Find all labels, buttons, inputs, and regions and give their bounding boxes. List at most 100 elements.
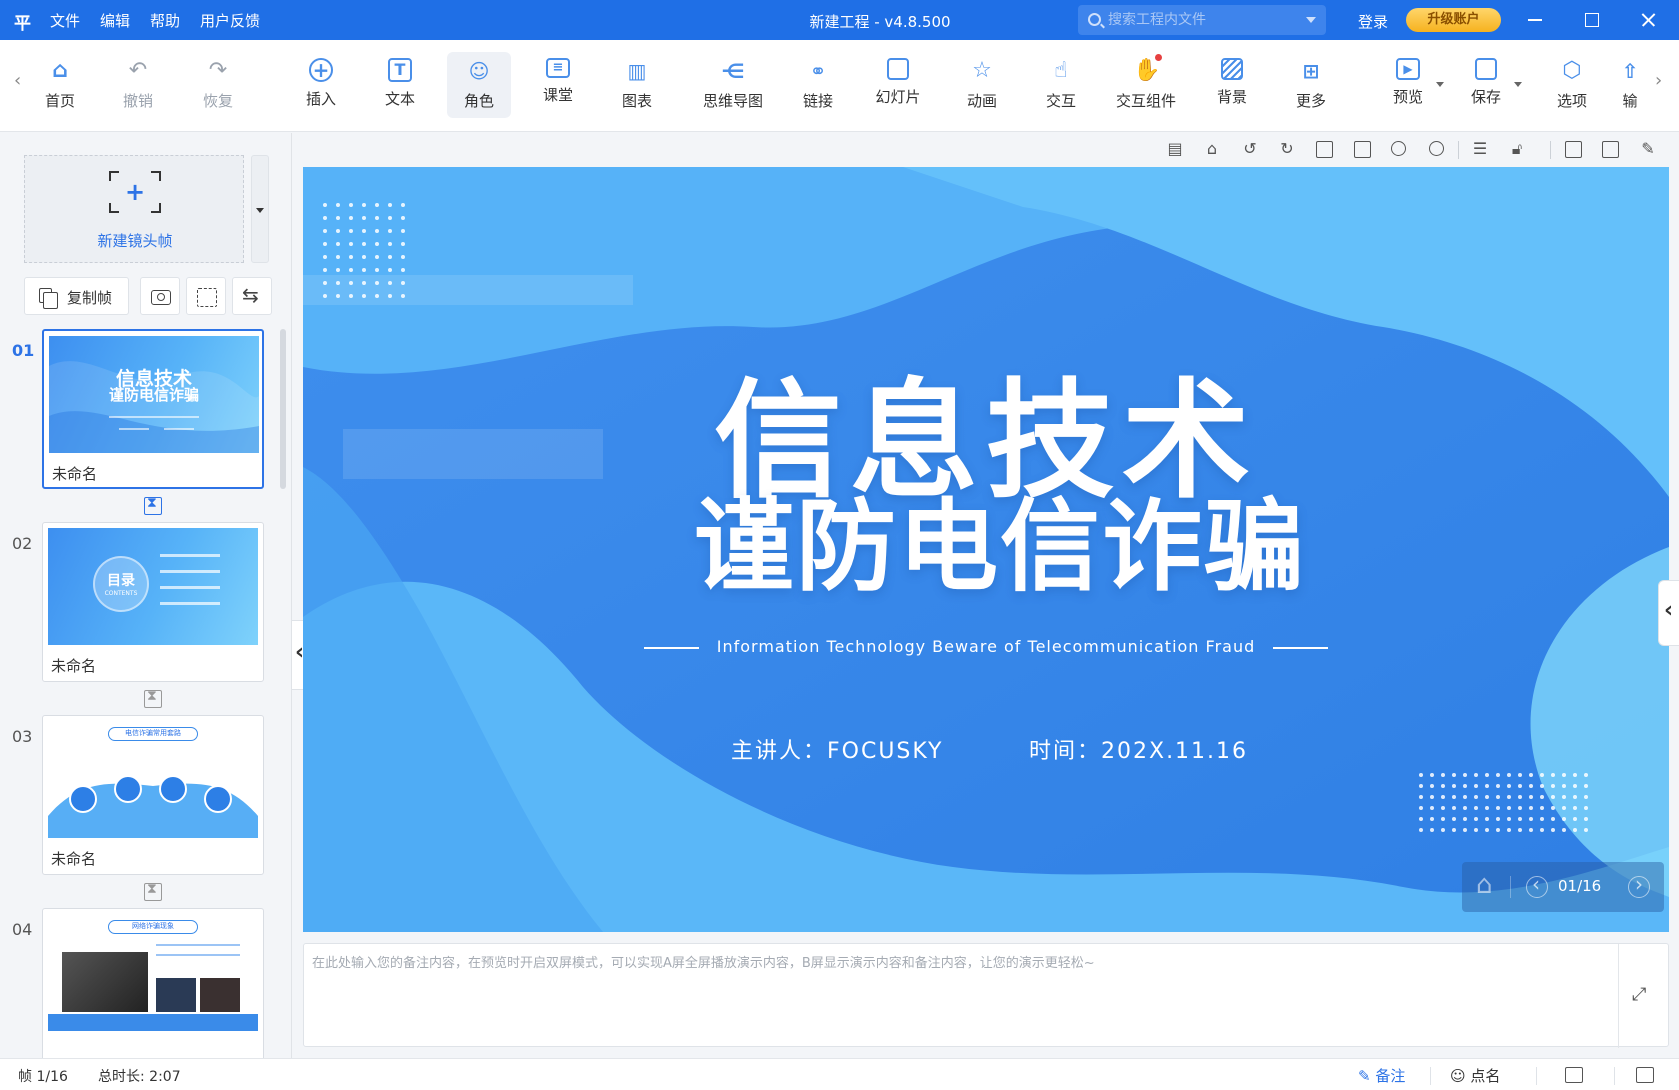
camera-icon[interactable] (140, 277, 180, 315)
presenter-text[interactable]: 主讲人：FOCUSKY (731, 733, 943, 765)
toolbar-scroll-right-icon[interactable]: › (1655, 70, 1662, 91)
slide-list-scrollbar[interactable] (280, 329, 286, 489)
search-box[interactable] (1078, 5, 1326, 35)
folder-icon[interactable] (1636, 1067, 1654, 1083)
close-button[interactable] (1636, 7, 1662, 33)
minimize-button[interactable] (1522, 7, 1548, 33)
thumb-subtitle: CONTENTS (104, 590, 138, 597)
rollcall-label: 点名 (1470, 1067, 1501, 1085)
search-input[interactable] (1108, 9, 1288, 31)
swap-icon[interactable] (232, 277, 272, 315)
slide-thumbnail-card[interactable]: 网络诈骗现象 (42, 908, 264, 1058)
slide-thumbnail-card[interactable]: 电信诈骗常用套路 未命名 (42, 715, 264, 875)
dot-pattern (323, 203, 405, 303)
toolbar-label: 思维导图 (702, 92, 763, 110)
expand-right-panel-button[interactable] (1658, 580, 1679, 646)
toolbar-label: 图表 (621, 92, 652, 110)
home-icon[interactable] (1476, 870, 1498, 900)
notes-panel: ⤢ (303, 943, 1669, 1048)
align-icon[interactable]: ☰ (1470, 139, 1490, 159)
slide-list: 01 信息技术 谨防电信诈骗 未命名 02 (0, 329, 292, 1058)
preview-dropdown-icon[interactable] (1436, 82, 1444, 87)
list-item[interactable]: 03 电信诈骗常用套路 未命名 (0, 715, 292, 901)
zoom-out-icon[interactable] (1427, 139, 1447, 159)
toolbar-mindmap[interactable]: ⋲ 思维导图 (695, 52, 771, 118)
next-icon[interactable] (1628, 872, 1650, 898)
copy-icon[interactable] (1314, 139, 1334, 159)
home-view-icon[interactable]: ⌂ (1202, 139, 1222, 159)
format-painter-icon[interactable]: ▤ (1165, 139, 1185, 159)
toolbar-label: 选项 (1556, 92, 1587, 110)
toolbar-label: 恢复 (202, 92, 233, 110)
toolbar-insert[interactable]: + 插入 (289, 52, 353, 118)
transition-icon[interactable] (144, 881, 162, 901)
expand-icon[interactable]: ⤢ (1632, 984, 1646, 1005)
rotate-left-icon[interactable]: ↺ (1240, 139, 1260, 159)
slide-subtitle[interactable]: Information Technology Beware of Telecom… (303, 637, 1669, 656)
login-button[interactable]: 登录 (1358, 11, 1388, 32)
toolbar-label: 动画 (966, 92, 997, 110)
edit-icon[interactable]: ✎ (1638, 139, 1658, 159)
toolbar-redo[interactable]: ↷ 恢复 (186, 52, 250, 118)
toolbar-label: 保存 (1470, 88, 1501, 106)
background-icon (1221, 58, 1243, 80)
toolbar-animation[interactable]: ☆ 动画 (950, 52, 1014, 118)
rollcall-button[interactable]: ☺ 点名 (1450, 1065, 1500, 1086)
previous-icon[interactable] (1526, 872, 1548, 898)
toolbar-export[interactable]: ⇧ 输 (1610, 52, 1650, 118)
toolbar-more[interactable]: ⊞ 更多 (1279, 52, 1343, 118)
toolbar-home[interactable]: ⌂ 首页 (28, 52, 92, 118)
date-text[interactable]: 时间：202X.11.16 (1029, 733, 1248, 765)
toolbar-label: 文本 (384, 90, 415, 108)
toolbar-interactive-components[interactable]: ✋ 交互组件 (1108, 52, 1184, 118)
toolbar-label: 更多 (1295, 92, 1326, 110)
toolbar-role[interactable]: ☺ 角色 (447, 52, 511, 118)
toolbar-undo[interactable]: ↶ 撤销 (106, 52, 170, 118)
transition-icon[interactable] (144, 688, 162, 708)
snapshot-icon[interactable] (1563, 139, 1583, 159)
save-dropdown-icon[interactable] (1514, 82, 1522, 87)
notes-input[interactable] (312, 952, 1612, 1040)
slide-title-line-2[interactable]: 谨防电信诈骗 (303, 465, 1669, 610)
transition-icon[interactable] (144, 495, 162, 515)
slide-thumbnail-card[interactable]: 信息技术 谨防电信诈骗 未命名 (42, 329, 264, 489)
paste-icon[interactable] (1352, 139, 1372, 159)
status-bar: 帧 1/16 总时长: 2:07 ✎ 备注 ☺ 点名 (0, 1058, 1679, 1090)
new-frame-dropdown[interactable] (251, 155, 269, 263)
screen-icon[interactable] (1565, 1067, 1583, 1083)
plus-circle-icon: + (309, 58, 333, 82)
maximize-button[interactable] (1579, 7, 1605, 33)
toolbar-classroom[interactable]: ≡ 课堂 (526, 52, 590, 118)
zoom-in-icon[interactable] (1389, 139, 1409, 159)
list-item[interactable]: 01 信息技术 谨防电信诈骗 未命名 (0, 329, 292, 515)
toolbar-slides[interactable]: 幻灯片 (866, 52, 930, 118)
screenshot-icon[interactable] (186, 277, 226, 315)
new-frame-button[interactable]: + 新建镜头帧 (24, 155, 244, 263)
toolbar-chart[interactable]: ▥ 图表 (605, 52, 669, 118)
list-item[interactable]: 04 网络诈骗现象 (0, 908, 292, 1058)
slide-thumbnail-card[interactable]: 目录 CONTENTS 未命名 (42, 522, 264, 682)
copy-frame-button[interactable]: 复制帧 (24, 277, 129, 315)
slide-canvas[interactable]: 信息技术 谨防电信诈骗 Information Technology Bewar… (303, 167, 1669, 932)
dot-pattern (1419, 773, 1588, 839)
toolbar-preview[interactable]: ▶ 预览 (1376, 52, 1444, 118)
slide-number: 04 (12, 920, 33, 939)
click-icon: ✋ (1133, 54, 1162, 84)
search-dropdown-icon[interactable] (1306, 17, 1316, 23)
toolbar-link[interactable]: ⚭ 链接 (786, 52, 850, 118)
slides-icon (887, 58, 909, 80)
toolbar-interaction[interactable]: ☝ 交互 (1029, 52, 1093, 118)
redo-icon: ↷ (208, 58, 228, 83)
slide-number: 02 (12, 534, 33, 553)
lock-icon[interactable]: 🔓︎ (1507, 139, 1527, 159)
toolbar-save[interactable]: 保存 (1454, 52, 1522, 118)
toolbar-scroll-left-icon[interactable]: ‹ (14, 70, 21, 91)
upgrade-button[interactable]: 升级账户 (1406, 8, 1501, 32)
toolbar-text[interactable]: T 文本 (368, 52, 432, 118)
list-item[interactable]: 02 目录 CONTENTS 未命名 (0, 522, 292, 708)
toolbar-background[interactable]: 背景 (1200, 52, 1264, 118)
toolbar-options[interactable]: ⬡ 选项 (1540, 52, 1604, 118)
rotate-right-icon[interactable]: ↻ (1277, 139, 1297, 159)
calendar-icon[interactable] (1600, 139, 1620, 159)
notes-toggle[interactable]: ✎ 备注 (1358, 1065, 1405, 1086)
